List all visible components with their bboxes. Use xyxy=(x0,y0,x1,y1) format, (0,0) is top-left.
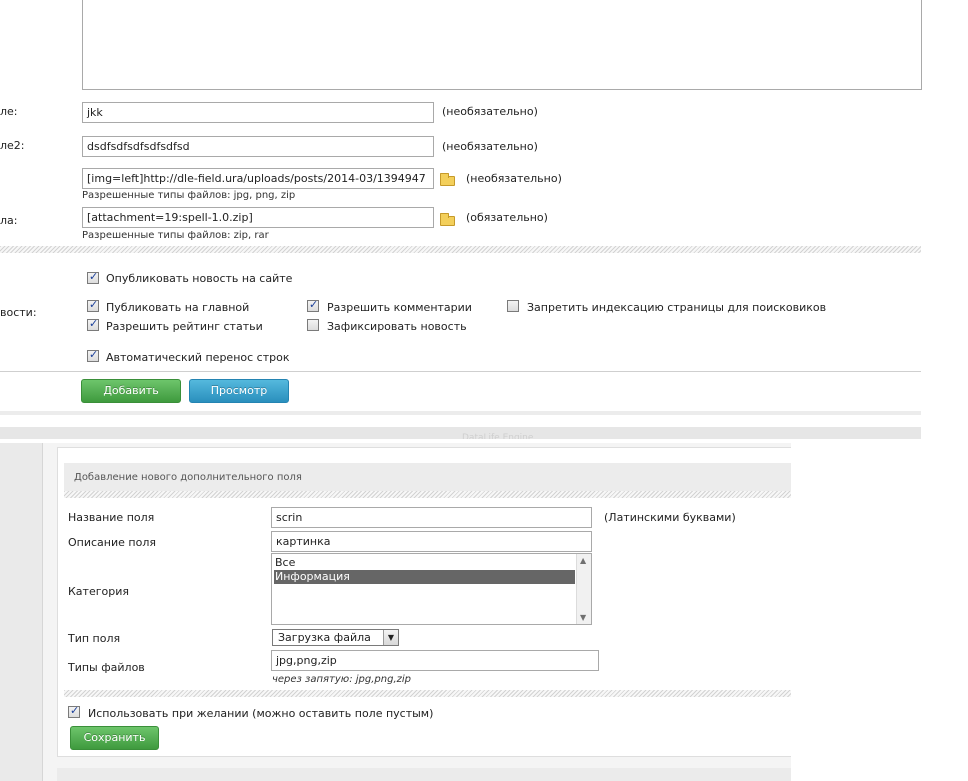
name-hint: (Латинскими буквами) xyxy=(604,511,736,524)
options-divider xyxy=(64,690,791,697)
category-option-info[interactable]: Информация xyxy=(274,570,575,584)
scroll-down-icon[interactable]: ▼ xyxy=(580,613,586,622)
field-2-label: ле2: xyxy=(0,139,25,152)
category-option-all[interactable]: Все xyxy=(274,556,575,570)
category-listbox[interactable]: Все Информация ▲ ▼ xyxy=(271,553,592,625)
publish-site-checkbox[interactable] xyxy=(87,270,99,284)
publish-main-label: Публиковать на главной xyxy=(106,301,250,314)
content-textarea[interactable] xyxy=(82,0,922,90)
allow-rating-checkbox[interactable] xyxy=(87,317,99,331)
optional-label: Использовать при желании (можно оставить… xyxy=(88,707,434,720)
filetypes-label: Типы файлов xyxy=(68,661,145,674)
pin-news-checkbox[interactable] xyxy=(307,319,319,331)
allow-comments-checkbox[interactable] xyxy=(307,298,319,312)
pin-news-label: Зафиксировать новость xyxy=(327,320,467,333)
field-1-label: ле: xyxy=(0,105,18,118)
left-gutter xyxy=(0,443,42,781)
add-button[interactable]: Добавить xyxy=(81,379,181,403)
panel-gap xyxy=(0,415,921,427)
folder-icon[interactable] xyxy=(440,213,455,226)
image-field-input[interactable]: [img=left]http://dle-field.ura/uploads/p… xyxy=(82,168,434,189)
image-field-filetypes: Разрешенные типы файлов: jpg, png, zip xyxy=(82,190,296,201)
allow-comments-label: Разрешить комментарии xyxy=(327,301,472,314)
field-1-hint: (необязательно) xyxy=(442,105,538,118)
preview-button[interactable]: Просмотр xyxy=(189,379,289,403)
no-index-checkbox[interactable] xyxy=(507,300,519,312)
header-divider xyxy=(64,491,791,498)
bottom-band xyxy=(57,768,791,781)
name-label: Название поля xyxy=(68,511,155,524)
filetypes-hint: через запятую: jpg,png,zip xyxy=(272,674,412,685)
allow-rating-label: Разрешить рейтинг статьи xyxy=(106,320,263,333)
name-input[interactable]: scrin xyxy=(271,507,592,528)
panel-title: Добавление нового дополнительного поля xyxy=(74,472,302,483)
attachment-field-hint: (обязательно) xyxy=(466,211,548,224)
attachment-field-filetypes: Разрешенные типы файлов: zip, rar xyxy=(82,230,269,241)
chevron-down-icon[interactable]: ▼ xyxy=(383,630,398,645)
auto-wrap-label: Автоматический перенос строк xyxy=(106,351,290,364)
optional-checkbox[interactable] xyxy=(68,704,80,718)
folder-icon[interactable] xyxy=(440,173,455,186)
divider xyxy=(0,371,921,372)
section-divider xyxy=(0,246,921,253)
footer-strip xyxy=(0,427,921,439)
category-scrollbar[interactable]: ▲ ▼ xyxy=(576,554,591,624)
description-label: Описание поля xyxy=(68,536,156,549)
save-button[interactable]: Сохранить xyxy=(70,726,159,750)
field-2-input[interactable]: dsdfsdfsdfsdfsdfsd xyxy=(82,136,434,157)
footer-faded-text: DataLife Engine xyxy=(462,433,534,439)
field-1-input[interactable]: jkk xyxy=(82,102,434,123)
no-index-label: Запретить индексацию страницы для поиско… xyxy=(527,301,827,314)
field-2-hint: (необязательно) xyxy=(442,140,538,153)
scroll-up-icon[interactable]: ▲ xyxy=(580,556,586,565)
attachment-field-label: ла: xyxy=(0,214,18,227)
image-field-hint: (необязательно) xyxy=(466,172,562,185)
description-input[interactable]: картинка xyxy=(271,531,592,552)
type-select[interactable]: Загрузка файла ▼ xyxy=(272,629,399,646)
type-select-value: Загрузка файла xyxy=(278,631,371,644)
publish-site-label: Опубликовать новость на сайте xyxy=(106,272,293,285)
publish-main-checkbox[interactable] xyxy=(87,298,99,312)
category-label: Категория xyxy=(68,585,129,598)
filetypes-input[interactable]: jpg,png,zip xyxy=(271,650,599,671)
auto-wrap-checkbox[interactable] xyxy=(87,348,99,362)
options-label: вости: xyxy=(0,306,37,319)
attachment-field-input[interactable]: [attachment=19:spell-1.0.zip] xyxy=(82,207,434,228)
type-label: Тип поля xyxy=(68,632,121,645)
